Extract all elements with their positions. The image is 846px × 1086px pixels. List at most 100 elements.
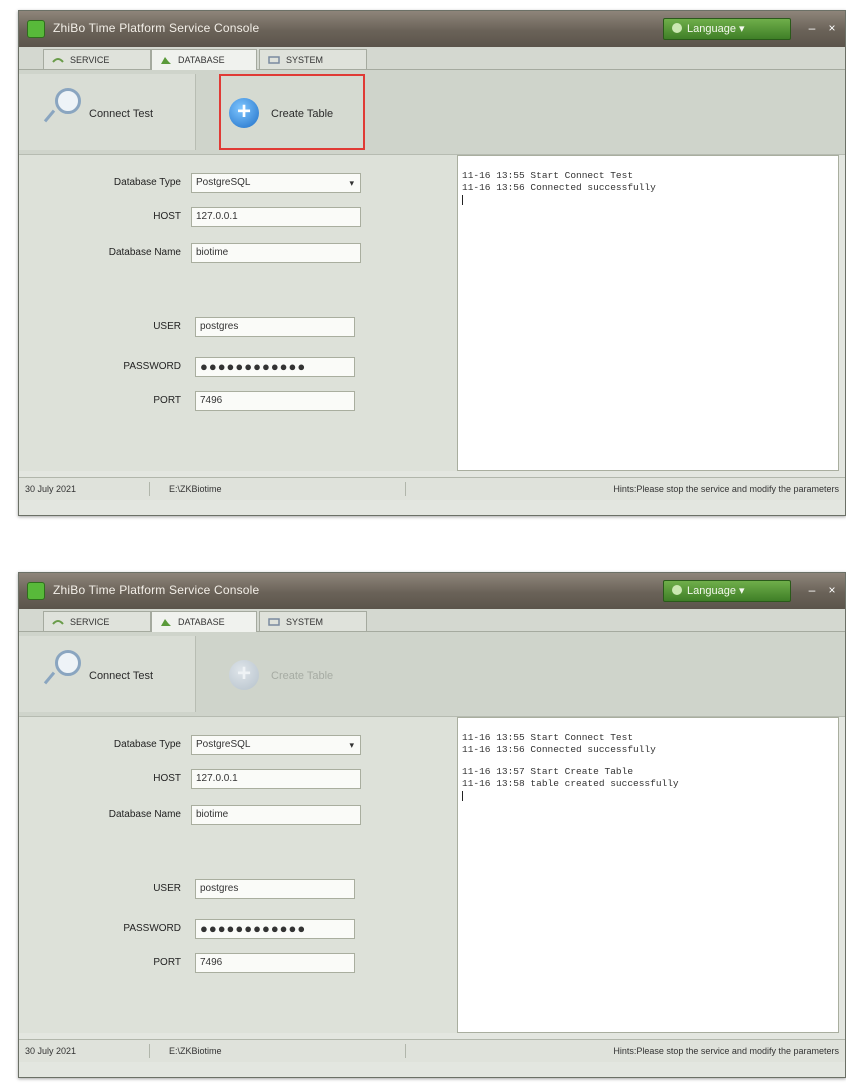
tab-database[interactable]: DATABASE <box>151 49 257 70</box>
console-window-1: ZhiBo Time Platform Service Console Lang… <box>18 10 846 516</box>
log-line: 11-16 13:56 Connected successfully <box>462 182 656 193</box>
language-button[interactable]: Language ▾ <box>663 580 791 602</box>
db-type-value: PostgreSQL <box>196 177 251 188</box>
close-button[interactable]: × <box>825 583 839 597</box>
status-divider <box>149 482 150 496</box>
db-type-label: Database Type <box>113 739 181 750</box>
db-type-select[interactable]: PostgreSQL ▾ <box>191 173 361 193</box>
title-bar: ZhiBo Time Platform Service Console Lang… <box>19 11 845 47</box>
language-button[interactable]: Language ▾ <box>663 18 791 40</box>
status-hint: Hints:Please stop the service and modify… <box>613 484 839 494</box>
service-icon <box>52 620 64 625</box>
host-input[interactable]: 127.0.0.1 <box>191 207 361 227</box>
log-line: 11-16 13:55 Start Connect Test <box>462 732 634 743</box>
tab-system[interactable]: SYSTEM <box>259 611 367 631</box>
globe-icon <box>672 585 682 595</box>
log-output[interactable]: 11-16 13:55 Start Connect Test 11-16 13:… <box>457 155 839 471</box>
create-table-button: + Create Table <box>219 636 365 712</box>
status-path: E:\ZKBiotime <box>169 484 222 494</box>
host-input[interactable]: 127.0.0.1 <box>191 769 361 789</box>
minimize-button[interactable]: – <box>805 583 819 597</box>
tab-bar: SERVICE DATABASE SYSTEM <box>19 47 845 70</box>
language-button-label: Language <box>687 23 736 35</box>
password-input[interactable]: ●●●●●●●●●●●● <box>195 357 355 377</box>
tab-bar: SERVICE DATABASE SYSTEM <box>19 609 845 632</box>
database-icon <box>161 57 171 64</box>
db-name-label: Database Name <box>108 809 181 820</box>
port-label: PORT <box>153 395 181 406</box>
tab-database-label: DATABASE <box>178 55 225 65</box>
password-label: PASSWORD <box>123 361 181 372</box>
service-icon <box>52 58 64 63</box>
db-name-input[interactable]: biotime <box>191 805 361 825</box>
create-table-label: Create Table <box>271 670 334 682</box>
log-output[interactable]: 11-16 13:55 Start Connect Test 11-16 13:… <box>457 717 839 1033</box>
status-date: 30 July 2021 <box>25 1046 77 1056</box>
db-settings-form: Database Type PostgreSQL ▾ HOST 127.0.0.1… <box>19 155 457 471</box>
create-table-button[interactable]: + Create Table <box>219 74 365 150</box>
tab-system[interactable]: SYSTEM <box>259 49 367 69</box>
system-icon <box>268 618 280 626</box>
tab-database-label: DATABASE <box>178 617 225 627</box>
host-label: HOST <box>153 211 181 222</box>
user-input[interactable]: postgres <box>195 317 355 337</box>
tab-system-label: SYSTEM <box>286 55 324 65</box>
toolbar: Connect Test + Create Table <box>19 632 845 717</box>
tab-service[interactable]: SERVICE <box>43 49 151 69</box>
plus-circle-icon: + <box>229 98 259 128</box>
password-input[interactable]: ●●●●●●●●●●●● <box>195 919 355 939</box>
title-bar: ZhiBo Time Platform Service Console Lang… <box>19 573 845 609</box>
tab-service-label: SERVICE <box>70 617 110 627</box>
status-hint: Hints:Please stop the service and modify… <box>613 1046 839 1056</box>
tab-database[interactable]: DATABASE <box>151 611 257 632</box>
status-bar: 30 July 2021 E:\ZKBiotime Hints:Please s… <box>19 477 845 500</box>
tab-system-label: SYSTEM <box>286 617 324 627</box>
user-label: USER <box>153 321 181 332</box>
language-button-label: Language <box>687 585 736 597</box>
port-label: PORT <box>153 957 181 968</box>
app-icon <box>27 582 45 600</box>
connect-test-label: Connect Test <box>89 108 154 120</box>
text-cursor <box>462 195 463 205</box>
connect-test-label: Connect Test <box>89 670 154 682</box>
log-line: 11-16 13:58 table created successfully <box>462 778 679 789</box>
status-date: 30 July 2021 <box>25 484 77 494</box>
port-input[interactable]: 7496 <box>195 391 355 411</box>
log-line: 11-16 13:56 Connected successfully <box>462 744 656 755</box>
window-title: ZhiBo Time Platform Service Console <box>53 21 260 35</box>
log-line: 11-16 13:57 Start Create Table <box>462 766 634 777</box>
dropdown-arrow-icon: ▾ <box>349 740 354 750</box>
db-type-label: Database Type <box>113 177 181 188</box>
tab-service[interactable]: SERVICE <box>43 611 151 631</box>
plus-circle-icon: + <box>229 660 259 690</box>
db-name-input[interactable]: biotime <box>191 243 361 263</box>
db-type-select[interactable]: PostgreSQL ▾ <box>191 735 361 755</box>
minimize-button[interactable]: – <box>805 21 819 35</box>
status-divider <box>405 1044 406 1058</box>
magnifier-icon <box>55 650 81 676</box>
close-button[interactable]: × <box>825 21 839 35</box>
console-window-2: ZhiBo Time Platform Service Console Lang… <box>18 572 846 1078</box>
status-divider <box>405 482 406 496</box>
db-name-label: Database Name <box>108 247 181 258</box>
log-blank-line <box>462 756 834 766</box>
user-input[interactable]: postgres <box>195 879 355 899</box>
password-label: PASSWORD <box>123 923 181 934</box>
status-bar: 30 July 2021 E:\ZKBiotime Hints:Please s… <box>19 1039 845 1062</box>
host-label: HOST <box>153 773 181 784</box>
database-icon <box>161 619 171 626</box>
db-settings-form: Database Type PostgreSQL ▾ HOST 127.0.0.1… <box>19 717 457 1033</box>
db-type-value: PostgreSQL <box>196 739 251 750</box>
text-cursor <box>462 791 463 801</box>
globe-icon <box>672 23 682 33</box>
dropdown-arrow-icon: ▾ <box>349 178 354 188</box>
port-input[interactable]: 7496 <box>195 953 355 973</box>
tab-service-label: SERVICE <box>70 55 110 65</box>
connect-test-button[interactable]: Connect Test <box>19 74 196 150</box>
system-icon <box>268 56 280 64</box>
connect-test-button[interactable]: Connect Test <box>19 636 196 712</box>
create-table-label: Create Table <box>271 108 334 120</box>
log-line: 11-16 13:55 Start Connect Test <box>462 170 634 181</box>
app-icon <box>27 20 45 38</box>
status-divider <box>149 1044 150 1058</box>
